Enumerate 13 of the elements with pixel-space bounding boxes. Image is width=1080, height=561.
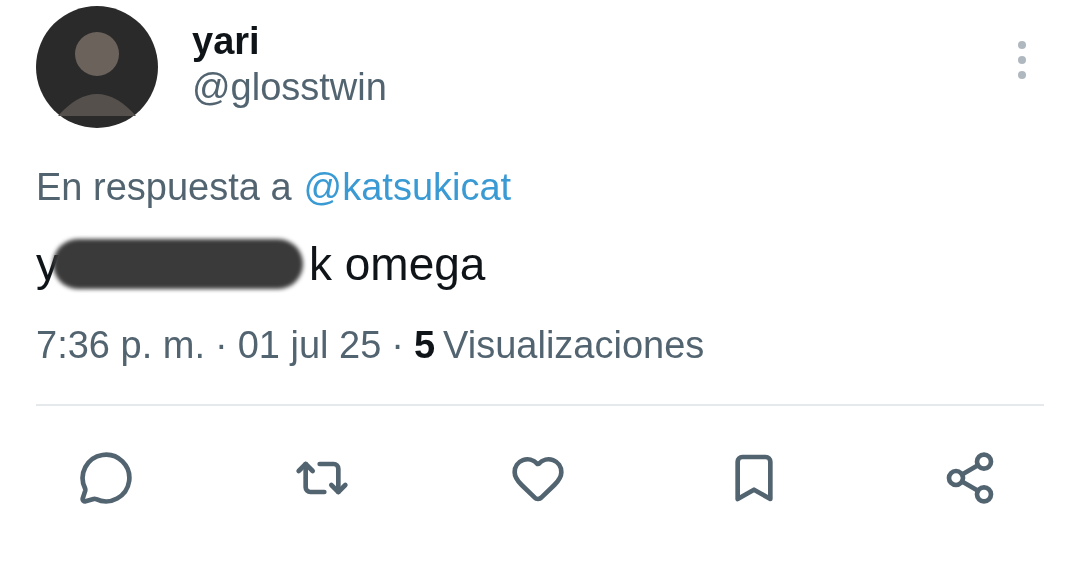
tweet-date: 01 jul 25 xyxy=(237,323,382,368)
avatar[interactable] xyxy=(36,6,158,128)
tweet-text-end: k omega xyxy=(309,237,486,292)
separator-dot: · xyxy=(215,323,228,368)
reply-icon[interactable] xyxy=(78,450,134,506)
views-count: 5 xyxy=(413,323,436,368)
reply-label: En respuesta a xyxy=(36,165,292,210)
views-label: Visualizaciones xyxy=(443,323,705,368)
reply-handle-link[interactable]: @katsukicat xyxy=(303,164,512,210)
author-name[interactable]: yari xyxy=(192,18,387,64)
author-handle[interactable]: @glosstwin xyxy=(192,64,387,110)
tweet-time: 7:36 p. m. xyxy=(36,323,205,368)
separator-dot: · xyxy=(391,323,404,368)
